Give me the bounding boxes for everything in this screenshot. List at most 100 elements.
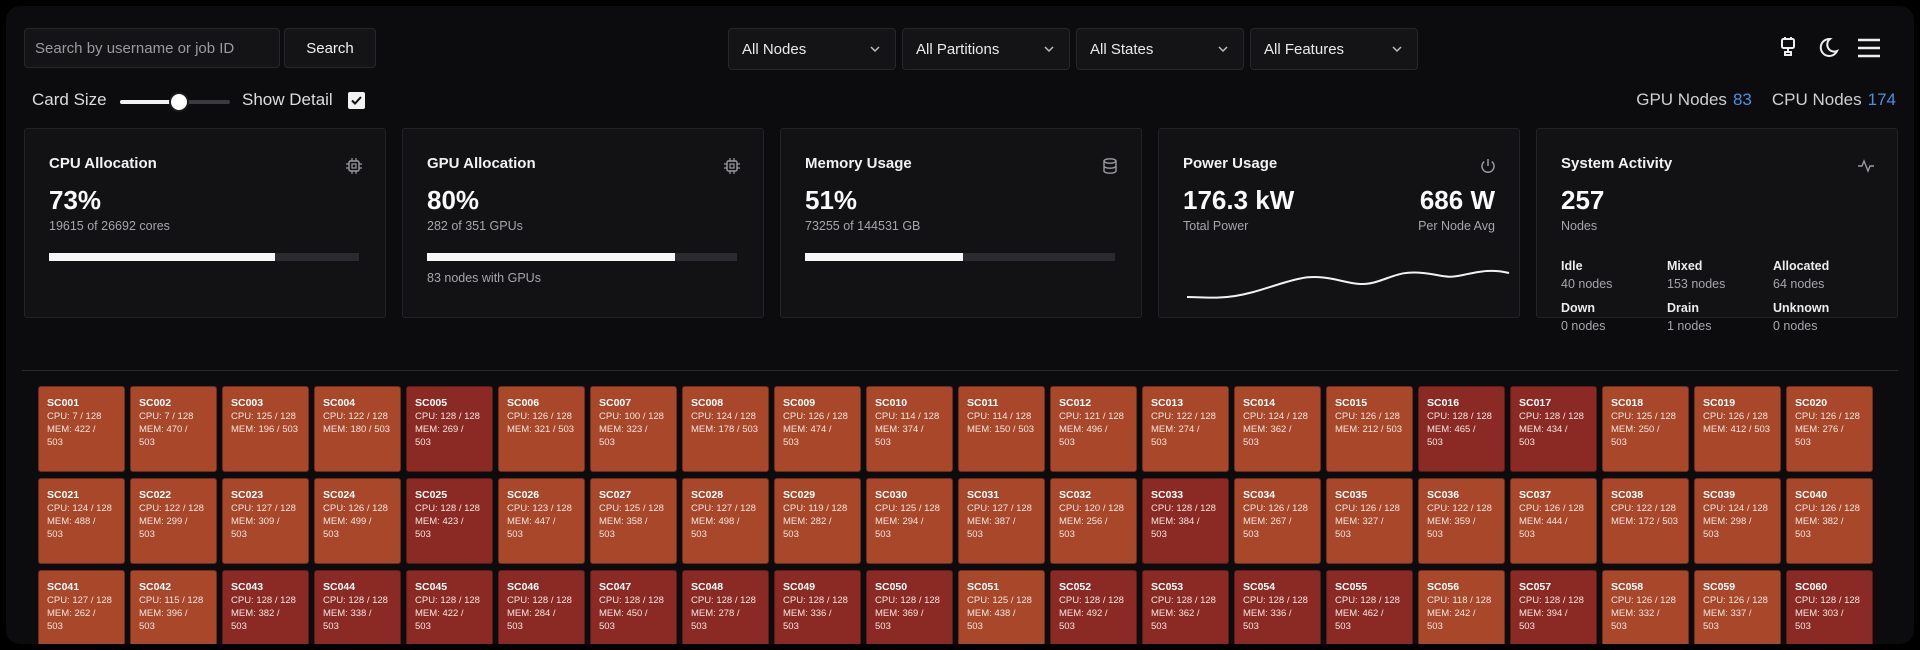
cpu-icon [346, 158, 362, 174]
node-card[interactable]: SC015 CPU: 126 / 128 MEM: 212 / 503 [1326, 386, 1413, 472]
node-card[interactable]: SC002 CPU: 7 / 128 MEM: 470 / 503 [130, 386, 217, 472]
node-card[interactable]: SC034 CPU: 126 / 128 MEM: 267 / 503 [1234, 478, 1321, 564]
node-id: SC037 [1519, 489, 1552, 501]
states-filter-label: All States [1090, 40, 1154, 58]
state-value: 0 nodes [1561, 319, 1606, 333]
section-divider [22, 370, 1898, 371]
node-card[interactable]: SC007 CPU: 100 / 128 MEM: 323 / 503 [590, 386, 677, 472]
node-card[interactable]: SC059 CPU: 126 / 128 MEM: 337 / 503 [1694, 570, 1781, 644]
node-card[interactable]: SC045 CPU: 128 / 128 MEM: 422 / 503 [406, 570, 493, 644]
node-mem: MEM: 412 / 503 [1703, 424, 1771, 435]
node-card[interactable]: SC057 CPU: 128 / 128 MEM: 394 / 503 [1510, 570, 1597, 644]
node-card[interactable]: SC047 CPU: 128 / 128 MEM: 450 / 503 [590, 570, 677, 644]
node-mem: MEM: 294 / [875, 516, 924, 527]
node-card[interactable]: SC040 CPU: 126 / 128 MEM: 382 / 503 [1786, 478, 1873, 564]
node-card[interactable]: SC046 CPU: 128 / 128 MEM: 284 / 503 [498, 570, 585, 644]
show-detail-checkbox[interactable] [348, 92, 365, 109]
node-cpu: CPU: 126 / 128 [1795, 503, 1860, 514]
node-cpu: CPU: 128 / 128 [415, 595, 480, 606]
node-card[interactable]: SC017 CPU: 128 / 128 MEM: 434 / 503 [1510, 386, 1597, 472]
node-card[interactable]: SC044 CPU: 128 / 128 MEM: 338 / 503 [314, 570, 401, 644]
node-mem-total: 503 [1427, 437, 1443, 448]
node-cpu: CPU: 125 / 128 [599, 503, 664, 514]
node-card[interactable]: SC030 CPU: 125 / 128 MEM: 294 / 503 [866, 478, 953, 564]
node-card[interactable]: SC005 CPU: 128 / 128 MEM: 269 / 503 [406, 386, 493, 472]
node-card[interactable]: SC058 CPU: 126 / 128 MEM: 332 / 503 [1602, 570, 1689, 644]
node-card[interactable]: SC011 CPU: 114 / 128 MEM: 150 / 503 [958, 386, 1045, 472]
node-id: SC031 [967, 489, 1000, 501]
node-card[interactable]: SC032 CPU: 120 / 128 MEM: 256 / 503 [1050, 478, 1137, 564]
show-detail-label: Show Detail [242, 90, 333, 109]
node-card[interactable]: SC042 CPU: 115 / 128 MEM: 396 / 503 [130, 570, 217, 644]
search-input[interactable] [24, 28, 280, 68]
per-node-avg-value: 686 W [1419, 185, 1495, 215]
plug-icon[interactable] [1774, 34, 1802, 62]
slider-thumb[interactable] [169, 92, 189, 112]
node-card[interactable]: SC001 CPU: 7 / 128 MEM: 422 / 503 [38, 386, 125, 472]
node-card[interactable]: SC053 CPU: 128 / 128 MEM: 362 / 503 [1142, 570, 1229, 644]
node-card[interactable]: SC024 CPU: 126 / 128 MEM: 499 / 503 [314, 478, 401, 564]
node-card[interactable]: SC031 CPU: 127 / 128 MEM: 387 / 503 [958, 478, 1045, 564]
node-card[interactable]: SC036 CPU: 122 / 128 MEM: 359 / 503 [1418, 478, 1505, 564]
node-card[interactable]: SC051 CPU: 125 / 128 MEM: 438 / 503 [958, 570, 1045, 644]
node-card[interactable]: SC033 CPU: 128 / 128 MEM: 384 / 503 [1142, 478, 1229, 564]
node-card[interactable]: SC009 CPU: 126 / 128 MEM: 474 / 503 [774, 386, 861, 472]
node-mem-total: 503 [323, 529, 339, 540]
node-card[interactable]: SC039 CPU: 124 / 128 MEM: 298 / 503 [1694, 478, 1781, 564]
node-card[interactable]: SC019 CPU: 126 / 128 MEM: 412 / 503 [1694, 386, 1781, 472]
node-id: SC047 [599, 581, 632, 593]
card-value: 73% [49, 185, 102, 215]
states-filter-dropdown[interactable]: All States [1076, 28, 1244, 70]
node-card[interactable]: SC016 CPU: 128 / 128 MEM: 465 / 503 [1418, 386, 1505, 472]
node-card[interactable]: SC056 CPU: 118 / 128 MEM: 242 / 503 [1418, 570, 1505, 644]
node-id: SC030 [875, 489, 908, 501]
node-card[interactable]: SC060 CPU: 128 / 128 MEM: 303 / 503 [1786, 570, 1873, 644]
moon-icon[interactable] [1814, 34, 1842, 62]
node-mem: MEM: 447 / [507, 516, 556, 527]
node-mem-total: 503 [231, 529, 247, 540]
features-filter-dropdown[interactable]: All Features [1250, 28, 1418, 70]
partitions-filter-dropdown[interactable]: All Partitions [902, 28, 1070, 70]
node-mem: MEM: 384 / [1151, 516, 1200, 527]
node-card[interactable]: SC006 CPU: 126 / 128 MEM: 321 / 503 [498, 386, 585, 472]
node-card[interactable]: SC038 CPU: 122 / 128 MEM: 172 / 503 [1602, 478, 1689, 564]
node-card[interactable]: SC043 CPU: 128 / 128 MEM: 382 / 503 [222, 570, 309, 644]
node-card[interactable]: SC026 CPU: 123 / 128 MEM: 447 / 503 [498, 478, 585, 564]
node-card[interactable]: SC035 CPU: 126 / 128 MEM: 327 / 503 [1326, 478, 1413, 564]
nodes-filter-dropdown[interactable]: All Nodes [728, 28, 896, 70]
node-card[interactable]: SC012 CPU: 121 / 128 MEM: 496 / 503 [1050, 386, 1137, 472]
node-card[interactable]: SC048 CPU: 128 / 128 MEM: 278 / 503 [682, 570, 769, 644]
node-card[interactable]: SC055 CPU: 128 / 128 MEM: 462 / 503 [1326, 570, 1413, 644]
node-card[interactable]: SC041 CPU: 127 / 128 MEM: 262 / 503 [38, 570, 125, 644]
node-card[interactable]: SC027 CPU: 125 / 128 MEM: 358 / 503 [590, 478, 677, 564]
node-mem: MEM: 323 / [599, 424, 648, 435]
node-card[interactable]: SC021 CPU: 124 / 128 MEM: 488 / 503 [38, 478, 125, 564]
node-card[interactable]: SC028 CPU: 127 / 128 MEM: 498 / 503 [682, 478, 769, 564]
node-card[interactable]: SC037 CPU: 126 / 128 MEM: 444 / 503 [1510, 478, 1597, 564]
node-card[interactable]: SC004 CPU: 122 / 128 MEM: 180 / 503 [314, 386, 401, 472]
state-drain: Drain 1 nodes [1667, 301, 1773, 333]
node-card[interactable]: SC018 CPU: 125 / 128 MEM: 250 / 503 [1602, 386, 1689, 472]
menu-icon[interactable] [1855, 34, 1883, 62]
card-size-slider[interactable] [120, 92, 230, 112]
node-mem-total: 503 [1151, 529, 1167, 540]
node-card[interactable]: SC008 CPU: 124 / 128 MEM: 178 / 503 [682, 386, 769, 472]
node-cpu: CPU: 124 / 128 [47, 503, 112, 514]
node-card[interactable]: SC054 CPU: 128 / 128 MEM: 336 / 503 [1234, 570, 1321, 644]
node-mem: MEM: 180 / 503 [323, 424, 391, 435]
node-card[interactable]: SC003 CPU: 125 / 128 MEM: 196 / 503 [222, 386, 309, 472]
node-card[interactable]: SC022 CPU: 122 / 128 MEM: 299 / 503 [130, 478, 217, 564]
node-card[interactable]: SC013 CPU: 122 / 128 MEM: 274 / 503 [1142, 386, 1229, 472]
node-card[interactable]: SC049 CPU: 128 / 128 MEM: 336 / 503 [774, 570, 861, 644]
node-card[interactable]: SC014 CPU: 124 / 128 MEM: 362 / 503 [1234, 386, 1321, 472]
node-card[interactable]: SC010 CPU: 114 / 128 MEM: 374 / 503 [866, 386, 953, 472]
node-mem: MEM: 422 / [47, 424, 96, 435]
node-card[interactable]: SC020 CPU: 126 / 128 MEM: 276 / 503 [1786, 386, 1873, 472]
node-card[interactable]: SC052 CPU: 128 / 128 MEM: 492 / 503 [1050, 570, 1137, 644]
node-card[interactable]: SC025 CPU: 128 / 128 MEM: 423 / 503 [406, 478, 493, 564]
node-card[interactable]: SC050 CPU: 128 / 128 MEM: 369 / 503 [866, 570, 953, 644]
node-card[interactable]: SC029 CPU: 119 / 128 MEM: 282 / 503 [774, 478, 861, 564]
search-button[interactable]: Search [284, 28, 376, 68]
node-mem: MEM: 299 / [139, 516, 188, 527]
node-card[interactable]: SC023 CPU: 127 / 128 MEM: 309 / 503 [222, 478, 309, 564]
